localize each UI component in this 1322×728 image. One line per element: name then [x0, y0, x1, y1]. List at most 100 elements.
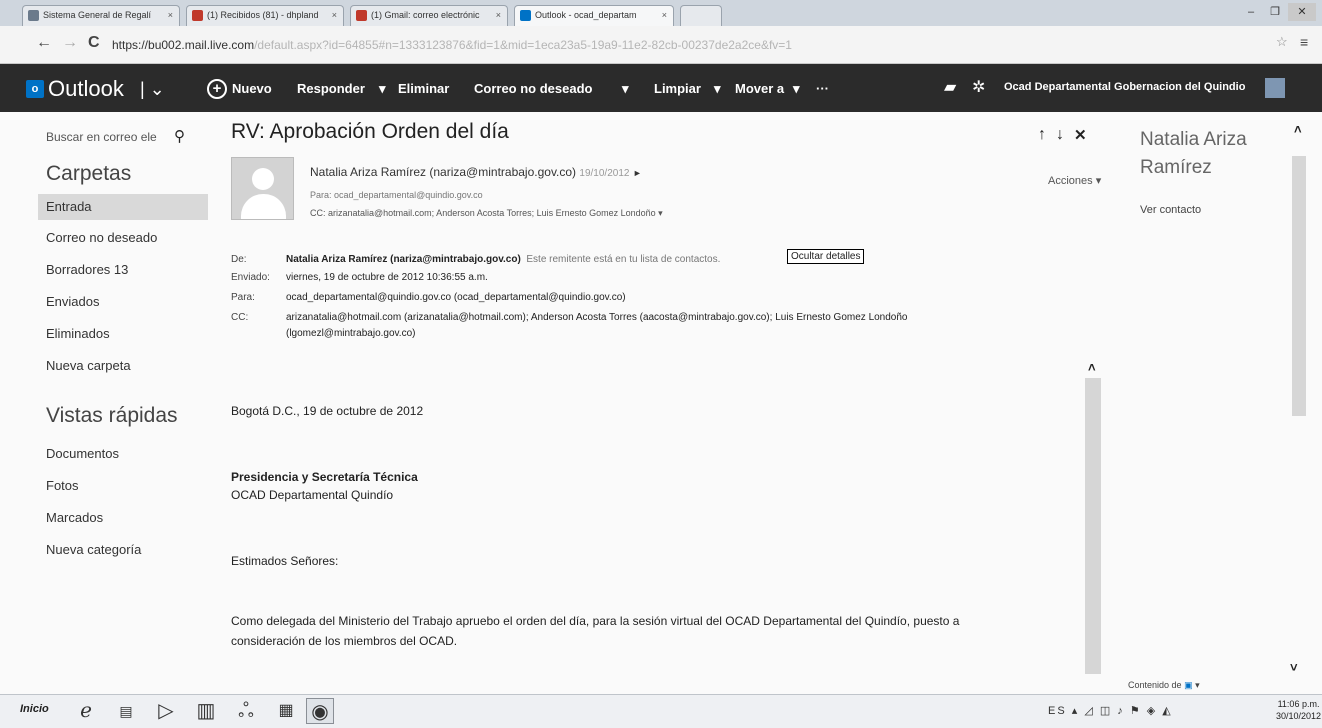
junk-dropdown-icon[interactable]: ▾	[622, 80, 629, 98]
menu-icon[interactable]: ≡	[1300, 34, 1308, 50]
hide-details-tooltip[interactable]: Ocultar detalles	[787, 249, 865, 264]
reload-icon[interactable]: C	[88, 34, 100, 52]
close-icon[interactable]: ×	[332, 6, 337, 25]
network-icon[interactable]: ஃ	[232, 698, 260, 724]
new-button[interactable]: Nuevo	[232, 80, 272, 98]
folder-inbox[interactable]: Entrada	[38, 194, 208, 220]
delete-button[interactable]: Eliminar	[398, 80, 449, 98]
quick-view-flagged[interactable]: Marcados	[46, 510, 103, 525]
gmail-icon	[356, 10, 367, 21]
document-icon[interactable]: ▦	[272, 698, 300, 724]
browser-tab-active[interactable]: Outlook - ocad_departam ×	[514, 5, 674, 26]
folder-sent[interactable]: Enviados	[46, 294, 99, 309]
message-subject: RV: Aprobación Orden del día	[231, 120, 509, 143]
close-icon[interactable]: ×	[496, 6, 501, 25]
cc-line: CC: arizanatalia@hotmail.com; Anderson A…	[310, 208, 663, 218]
reading-pane-scrollbar[interactable]	[1085, 378, 1101, 674]
start-button[interactable]: Inicio	[20, 703, 49, 715]
more-button[interactable]: ···	[816, 80, 829, 98]
new-folder-link[interactable]: Nueva carpeta	[46, 358, 131, 373]
body-date-line: Bogotá D.C., 19 de octubre de 2012	[231, 404, 424, 418]
quick-views-heading[interactable]: Vistas rápidas	[46, 404, 178, 428]
cc-value: arizanatalia@hotmail.com (arizanatalia@h…	[286, 312, 908, 323]
minimize-icon[interactable]: –	[1240, 3, 1262, 21]
pane-scroll-down-chevron-icon[interactable]: ˅	[1290, 660, 1298, 675]
move-button[interactable]: Mover a	[735, 80, 784, 98]
close-message-icon[interactable]: ✕	[1074, 126, 1087, 144]
next-message-icon[interactable]: ↓	[1056, 126, 1064, 144]
sent-value: viernes, 19 de octubre de 2012 10:36:55 …	[286, 272, 488, 283]
to-line: Para: ocad_departamental@quindio.gov.co	[310, 190, 483, 200]
move-dropdown-icon[interactable]: ▾	[793, 80, 800, 98]
from-label: De:	[231, 254, 247, 265]
folder-deleted[interactable]: Eliminados	[46, 326, 110, 341]
junk-button[interactable]: Correo no deseado	[474, 80, 592, 98]
account-avatar[interactable]	[1265, 78, 1285, 98]
gmail-icon	[192, 10, 203, 21]
folder-pane: Buscar en correo ele ⚲ Carpetas Entrada …	[0, 112, 214, 678]
scroll-up-chevron-icon[interactable]: ˄	[1088, 360, 1096, 375]
close-icon[interactable]: ×	[168, 6, 173, 25]
close-window-icon[interactable]: ✕	[1288, 3, 1316, 21]
body-org-line-1: Presidencia y Secretaría Técnica	[231, 470, 418, 484]
pane-scroll-up-chevron-icon[interactable]: ˄	[1294, 122, 1302, 137]
reply-button[interactable]: Responder	[297, 80, 365, 98]
quick-view-photos[interactable]: Fotos	[46, 478, 79, 493]
sender-avatar	[231, 157, 294, 220]
address-bar[interactable]: https://bu002.mail.live.com/default.aspx…	[112, 33, 1262, 57]
browser-tab[interactable]: Sistema General de Regalí ×	[22, 5, 180, 26]
windows-taskbar: Inicio ℯ ▤ ▷ ▥ ஃ ▦ ◉ ES ▴ ◿ ◫ ♪ ⚑ ◈ ◭ 11…	[0, 694, 1322, 728]
contact-pane-scrollbar[interactable]	[1292, 156, 1306, 416]
to-label: Para:	[231, 292, 255, 303]
from-value: Natalia Ariza Ramírez (nariza@mintrabajo…	[286, 254, 721, 265]
outlook-command-bar: o Outlook | ⌄ + Nuevo Responder ▾ Elimin…	[0, 64, 1322, 112]
brand-name[interactable]: Outlook	[48, 76, 124, 102]
browser-tab[interactable]: (1) Gmail: correo electrónic ×	[350, 5, 508, 26]
ie-icon[interactable]: ℯ	[72, 698, 100, 724]
body-org-line-2: OCAD Departamental Quindío	[231, 488, 394, 502]
system-tray[interactable]: ES ▴ ◿ ◫ ♪ ⚑ ◈ ◭	[1048, 704, 1173, 717]
archive-icon[interactable]: ▥	[192, 698, 220, 724]
search-icon[interactable]: ⚲	[174, 127, 185, 145]
new-tab-button[interactable]	[680, 5, 722, 26]
browser-tab-strip: Sistema General de Regalí × (1) Recibidos…	[0, 0, 1322, 26]
app-switcher-chevron-icon[interactable]: | ⌄	[140, 76, 165, 102]
contact-name: Natalia Ariza Ramírez	[1140, 129, 1247, 178]
close-icon[interactable]: ×	[662, 6, 667, 25]
media-player-icon[interactable]: ▷	[152, 698, 180, 724]
star-icon[interactable]: ☆	[1276, 34, 1288, 50]
to-value: ocad_departamental@quindio.gov.co (ocad_…	[286, 292, 626, 303]
quick-view-documents[interactable]: Documentos	[46, 446, 119, 461]
facebook-icon: ▣	[1184, 680, 1193, 690]
sweep-dropdown-icon[interactable]: ▾	[714, 80, 721, 98]
browser-toolbar: ← → C https://bu002.mail.live.com/defaul…	[0, 26, 1322, 64]
previous-message-icon[interactable]: ↑	[1038, 126, 1046, 144]
reply-dropdown-icon[interactable]: ▾	[379, 80, 386, 98]
account-name[interactable]: Ocad Departamental Gobernacion del Quind…	[1004, 81, 1245, 93]
url-path: /default.aspx?id=64855#n=1333123876&fid=…	[254, 38, 792, 52]
folder-junk[interactable]: Correo no deseado	[46, 230, 157, 245]
content-from-label[interactable]: Contenido de ▣ ▾	[1128, 680, 1200, 691]
browser-tab[interactable]: (1) Recibidos (81) - dhpland ×	[186, 5, 344, 26]
clock[interactable]: 11:06 p.m. 30/10/2012	[1276, 698, 1321, 722]
folder-drafts[interactable]: Borradores 13	[46, 262, 128, 277]
forward-icon[interactable]: →	[62, 34, 78, 52]
file-manager-icon[interactable]: ▤	[112, 698, 140, 724]
folders-heading[interactable]: Carpetas	[46, 162, 131, 186]
sender-line[interactable]: Natalia Ariza Ramírez (nariza@mintrabajo…	[310, 165, 642, 179]
body-greeting: Estimados Señores:	[231, 554, 339, 568]
back-icon[interactable]: ←	[36, 34, 52, 52]
body-paragraph-line-1: Como delegada del Ministerio del Trabajo…	[231, 614, 960, 628]
actions-menu[interactable]: Acciones ▾	[1048, 174, 1101, 187]
view-contact-link[interactable]: Ver contacto	[1140, 204, 1201, 216]
outlook-icon	[520, 10, 531, 21]
sweep-button[interactable]: Limpiar	[654, 80, 701, 98]
gear-icon[interactable]: ✲	[972, 78, 985, 98]
maximize-icon[interactable]: ❐	[1264, 3, 1286, 21]
messaging-icon[interactable]: ▰	[944, 78, 956, 98]
chrome-icon[interactable]: ◉	[306, 698, 334, 724]
plus-circle-icon[interactable]: +	[207, 79, 227, 99]
search-input[interactable]: Buscar en correo ele	[46, 130, 157, 144]
new-category-link[interactable]: Nueva categoría	[46, 542, 141, 557]
body-paragraph-line-2: consideración de los miembros del OCAD.	[231, 634, 458, 648]
